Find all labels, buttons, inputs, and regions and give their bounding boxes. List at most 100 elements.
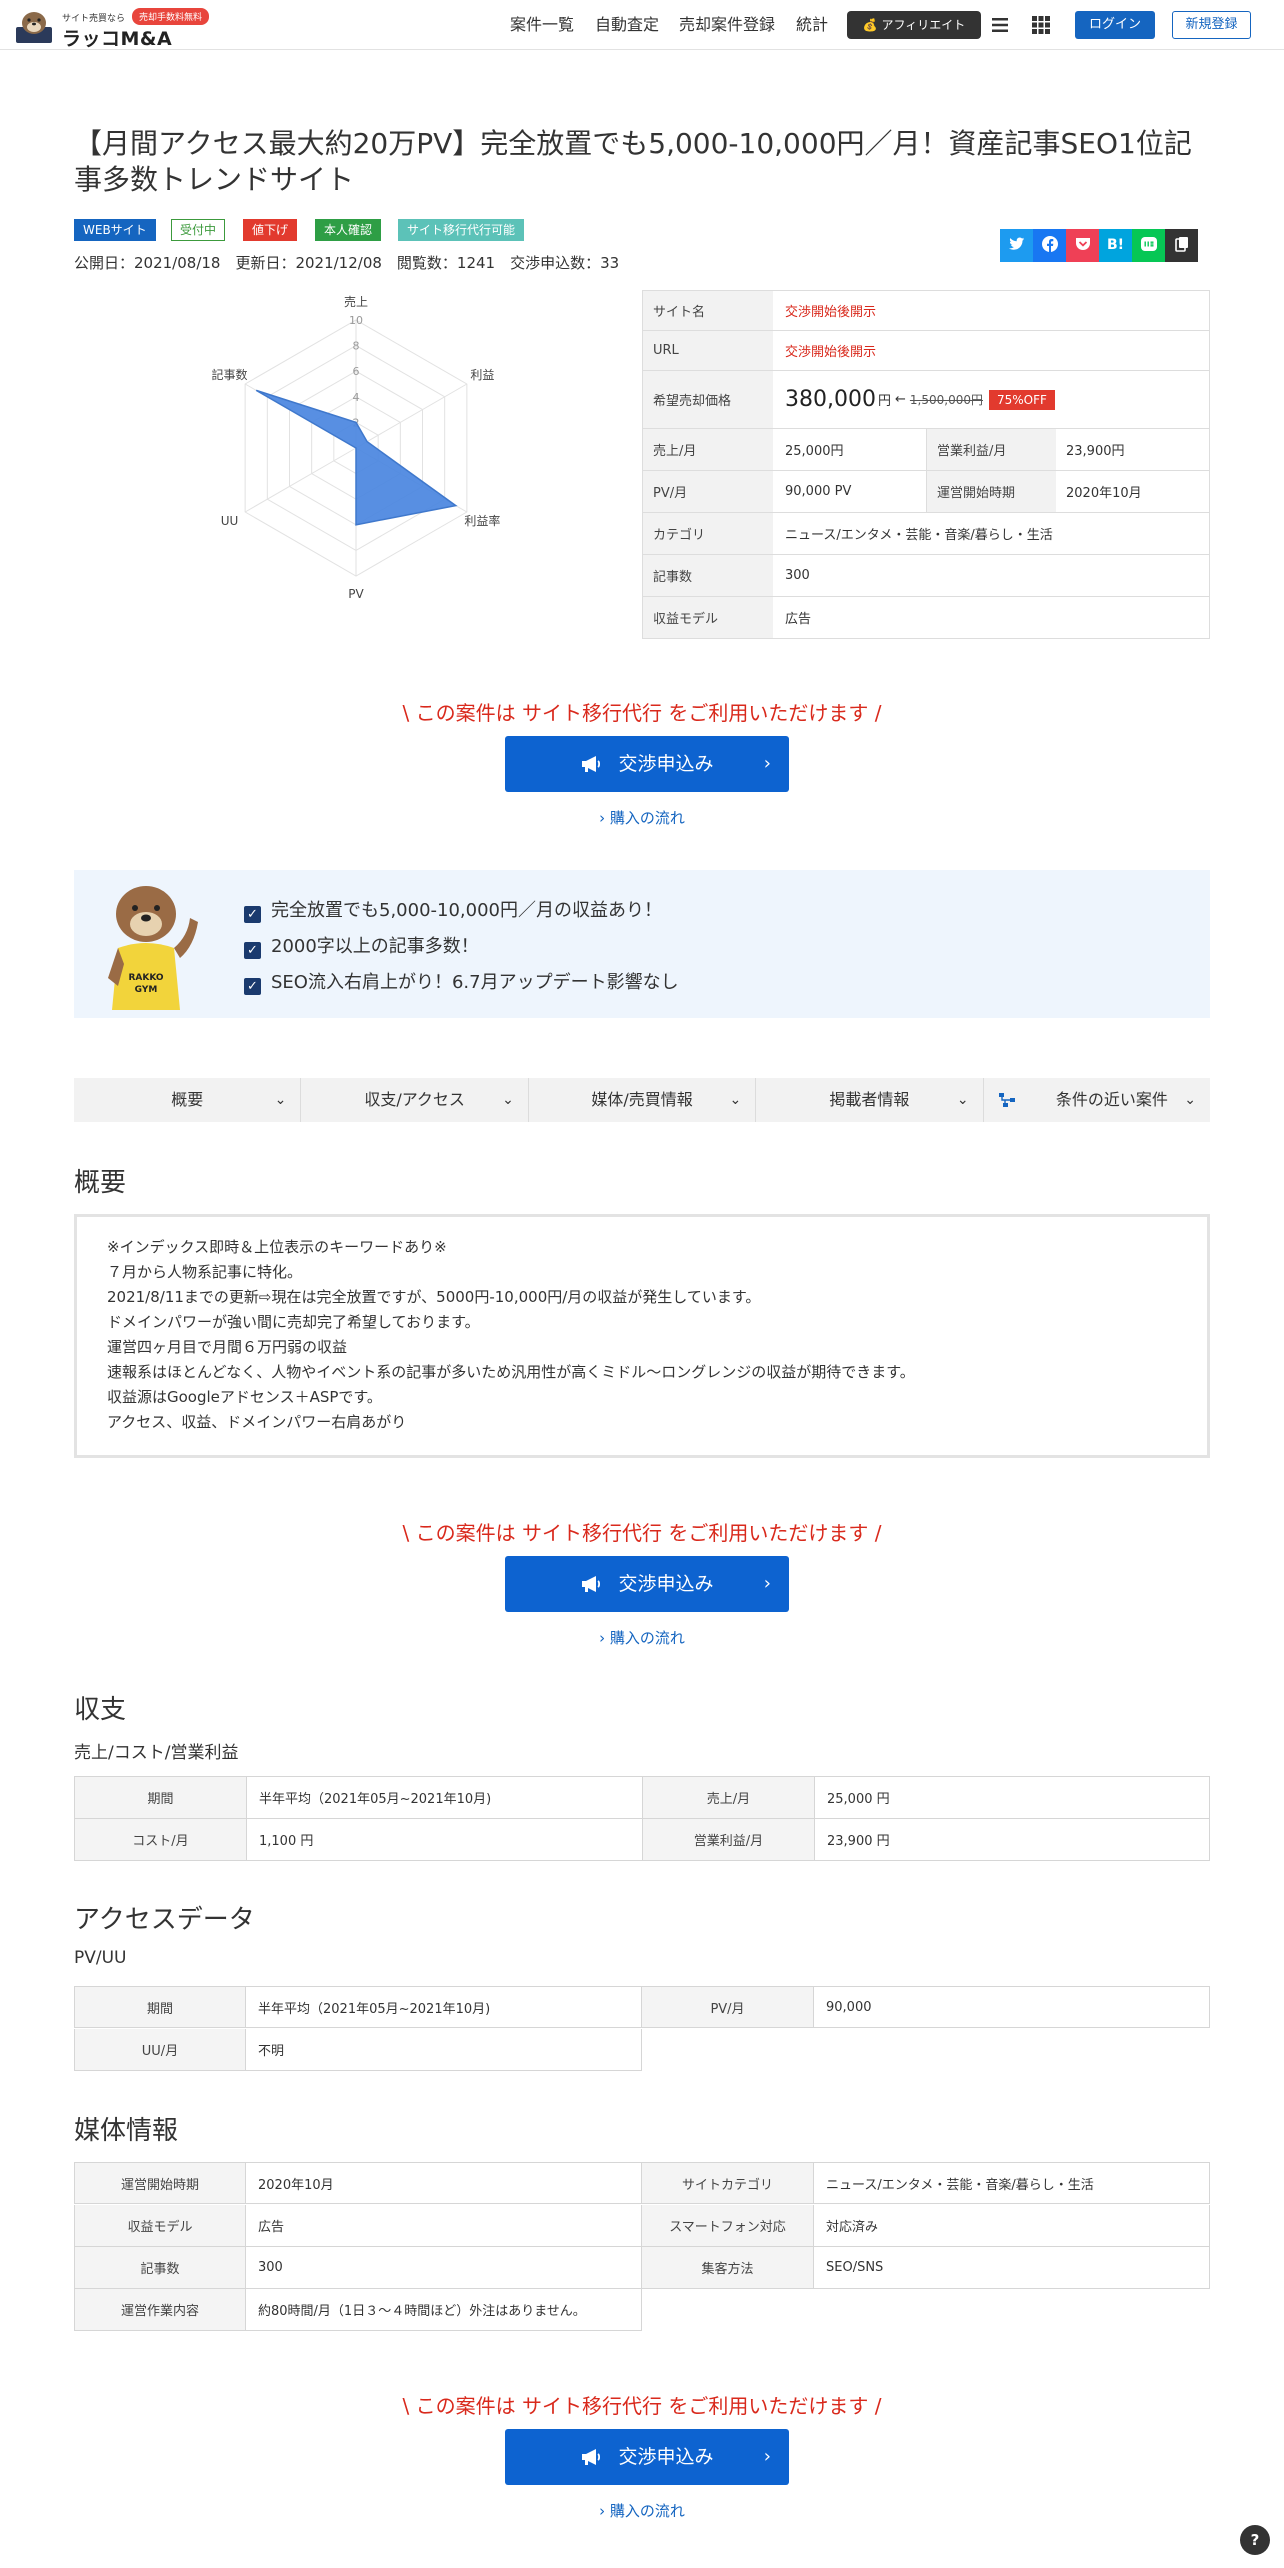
category-value: ニュース/エンタメ・芸能・音楽/暮らし・生活: [785, 528, 1053, 543]
info-row-articles: 記事数 300: [643, 555, 1210, 597]
feature-box: RAKKO GYM ✓ 完全放置でも5,000-10,000円／月の収益あり！ ✓…: [74, 870, 1210, 1018]
tab-media-trade[interactable]: 媒体/売買情報 ⌄: [529, 1078, 757, 1122]
checkbox-icon: ✓: [244, 906, 261, 923]
negotiate-button[interactable]: 交渉申込み ›: [505, 736, 789, 792]
line-share-icon[interactable]: [1132, 229, 1165, 262]
tag-price-down: 値下げ: [243, 219, 298, 241]
network-icon: [998, 1093, 1015, 1107]
chevron-down-icon: ⌄: [1184, 1092, 1197, 1108]
table-header-cell: 期間: [75, 1777, 247, 1819]
table-header-cell: 記事数: [74, 2247, 246, 2289]
feature-text: 2000字以上の記事多数！: [271, 936, 479, 957]
cta-note: \ この案件は サイト移行代行 をご利用いただけます /: [402, 1521, 882, 1545]
feature-text: 完全放置でも5,000-10,000円／月の収益あり！: [271, 900, 663, 921]
overview-line: ※インデックス即時＆上位表示のキーワードあり※: [107, 1238, 447, 1256]
info-row-site-name: サイト名 交渉開始後開示: [643, 291, 1210, 331]
logo-badge: 売却手数料無料: [132, 8, 210, 25]
help-button[interactable]: ?: [1240, 2525, 1270, 2555]
info-label: カテゴリ: [643, 513, 773, 554]
info-row-category: カテゴリ ニュース/エンタメ・芸能・音楽/暮らし・生活: [643, 513, 1210, 555]
access-heading: アクセスデータ: [74, 1905, 255, 1935]
nav-listings[interactable]: 案件一覧: [510, 0, 574, 50]
overview-heading: 概要: [74, 1168, 127, 1198]
purchase-flow-label: 購入の流れ: [609, 809, 685, 827]
purchase-flow-link[interactable]: › 購入の流れ: [0, 1627, 1284, 1648]
menu-icon[interactable]: [992, 17, 1008, 33]
tag-website: WEBサイト: [74, 219, 156, 241]
table-header-cell: スマートフォン対応: [642, 2205, 814, 2247]
otter-mascot-icon: [16, 12, 52, 43]
sales-value: 25,000円: [785, 444, 844, 459]
nav-register-sale[interactable]: 売却案件登録: [679, 0, 775, 50]
access-table: 期間 半年平均（2021年05月~2021年10月) PV/月 90,000 U…: [74, 1986, 1210, 2071]
tab-label: 収支/アクセス: [364, 1090, 465, 1109]
tab-label: 条件の近い案件: [1055, 1090, 1168, 1109]
apps-grid-icon[interactable]: [1031, 15, 1051, 35]
info-label: 希望売却価格: [643, 371, 773, 428]
tab-similar-listings[interactable]: 条件の近い案件 ⌄: [984, 1078, 1210, 1122]
megaphone-icon: [582, 2449, 601, 2465]
radar-axis-label: PV: [348, 587, 364, 601]
info-label: 収益モデル: [643, 597, 773, 638]
table-header-cell: 集客方法: [642, 2247, 814, 2289]
table-cell: 半年平均（2021年05月~2021年10月): [246, 1986, 642, 2028]
profit-value: 23,900円: [1066, 444, 1125, 459]
copy-link-icon[interactable]: [1165, 229, 1198, 262]
overview-line: 速報系はほとんどなく、人物やイベント系の記事が多いため汎用性が高くミドル〜ロング…: [107, 1363, 915, 1381]
hatena-bookmark-icon[interactable]: B!: [1099, 229, 1132, 262]
overview-line: 収益源はGoogleアドセンス＋ASPです。: [107, 1388, 382, 1406]
radar-axis-label: 記事数: [212, 367, 248, 382]
affiliate-button[interactable]: 💰 アフィリエイト: [847, 11, 981, 39]
info-label: PV/月: [643, 471, 773, 512]
table-header-cell: PV/月: [642, 1986, 814, 2028]
pv-value: 90,000 PV: [785, 484, 852, 499]
start-value: 2020年10月: [1066, 486, 1142, 501]
radar-chart: 246810 売上利益利益率PVUU記事数: [212, 294, 501, 601]
megaphone-icon: [582, 1576, 601, 1592]
feature-item: ✓ SEO流入右肩上がり！6.7月アップデート影響なし: [244, 968, 679, 995]
purchase-flow-label: 購入の流れ: [609, 1629, 685, 1647]
info-row-price: 希望売却価格 380,000 円 ← 1,500,000円 75%OFF: [643, 371, 1210, 429]
table-header-cell: 運営作業内容: [74, 2289, 246, 2331]
access-subheading: PV/UU: [74, 1948, 127, 1968]
chevron-right-icon: ›: [763, 2446, 771, 2467]
nav-statistics[interactable]: 統計: [796, 0, 828, 50]
table-cell: 25,000 円: [815, 1777, 1210, 1819]
tab-overview[interactable]: 概要 ⌄: [74, 1078, 302, 1122]
site-header: サイト売買なら 売却手数料無料 ラッコM&A 案件一覧 自動査定 売却案件登録 …: [0, 0, 1284, 50]
radar-tick-label: 8: [353, 340, 360, 353]
purchase-flow-link[interactable]: › 購入の流れ: [0, 807, 1284, 828]
negotiate-label: 交渉申込み: [618, 1573, 714, 1595]
table-cell: 1,100 円: [247, 1819, 643, 1861]
negotiate-button[interactable]: 交渉申込み ›: [505, 2429, 789, 2485]
login-button[interactable]: ログイン: [1075, 11, 1155, 39]
chevron-right-icon: ›: [763, 1573, 771, 1594]
radar-axis-label: 売上: [344, 294, 368, 309]
tab-seller-info[interactable]: 掲載者情報 ⌄: [756, 1078, 984, 1122]
table-cell: 300: [246, 2247, 642, 2289]
negotiate-label: 交渉申込み: [618, 753, 714, 775]
articles-value: 300: [785, 568, 810, 583]
price-block: 380,000 円 ← 1,500,000円 75%OFF: [773, 371, 1055, 428]
chevron-down-icon: ⌄: [502, 1092, 514, 1108]
facebook-share-icon[interactable]: [1033, 229, 1066, 262]
overview-box: ※インデックス即時＆上位表示のキーワードあり※ ７月から人物系記事に特化。 20…: [74, 1214, 1210, 1458]
signup-button[interactable]: 新規登録: [1172, 11, 1251, 39]
chevron-down-icon: ⌄: [274, 1092, 287, 1108]
twitter-share-icon[interactable]: [1000, 229, 1033, 262]
table-header-cell: 営業利益/月: [643, 1819, 815, 1861]
nav-auto-appraisal[interactable]: 自動査定: [595, 0, 659, 50]
otter-gym-mascot-icon: RAKKO GYM: [108, 886, 198, 1010]
pocket-share-icon[interactable]: [1066, 229, 1099, 262]
info-label: URL: [643, 331, 773, 370]
income-table: 期間 半年平均（2021年05月~2021年10月) 売上/月 25,000 円…: [74, 1776, 1210, 1861]
overview-line: ドメインパワーが強い間に売却完了希望しております。: [107, 1313, 480, 1331]
chevron-right-icon: ›: [763, 753, 771, 774]
media-heading: 媒体情報: [74, 2116, 179, 2146]
negotiate-button[interactable]: 交渉申込み ›: [505, 1556, 789, 1612]
tab-income-access[interactable]: 収支/アクセス ⌄: [301, 1078, 529, 1122]
site-logo[interactable]: サイト売買なら 売却手数料無料 ラッコM&A: [14, 5, 224, 50]
purchase-flow-link[interactable]: › 購入の流れ: [0, 2500, 1284, 2521]
info-label: 売上/月: [643, 429, 773, 470]
table-cell: 半年平均（2021年05月~2021年10月): [247, 1777, 643, 1819]
